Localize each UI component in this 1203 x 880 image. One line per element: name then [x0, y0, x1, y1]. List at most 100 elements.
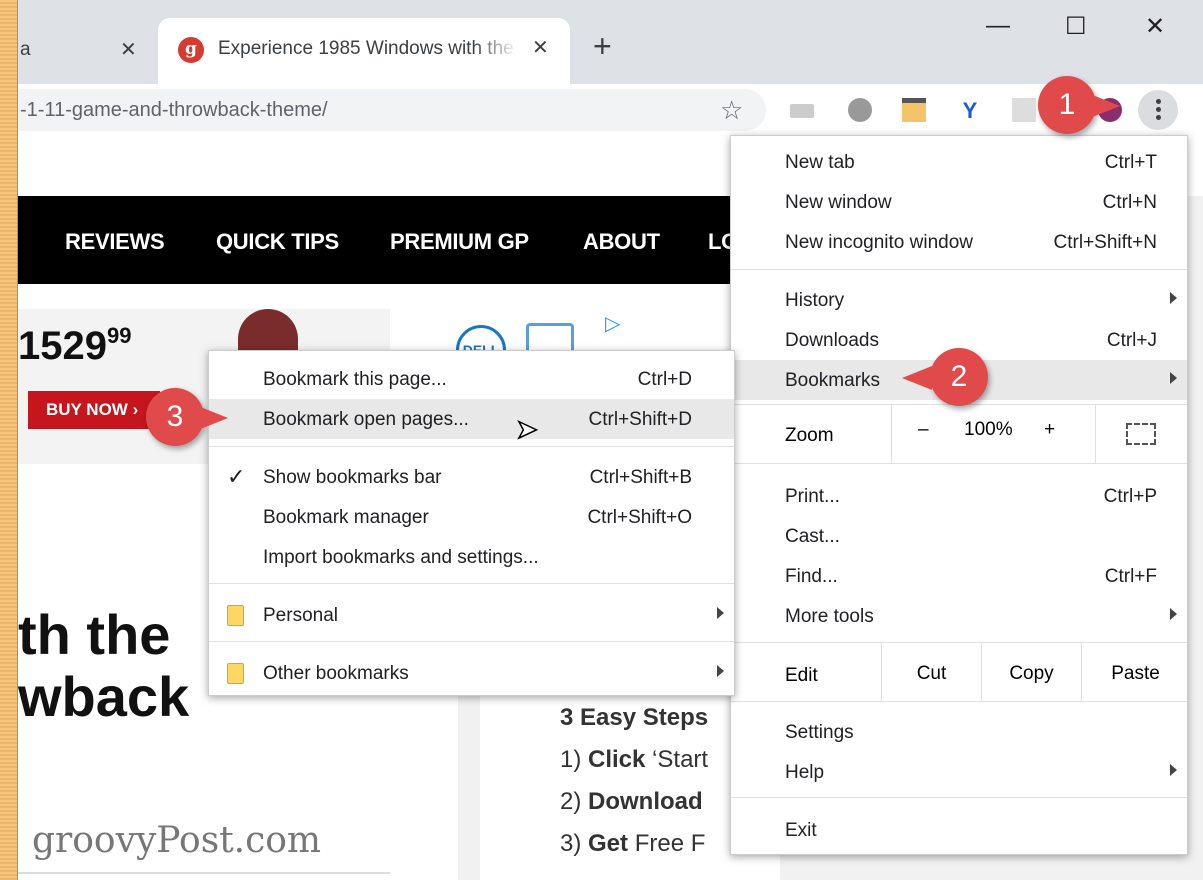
menu-item-new-incognito[interactable]: New incognito window Ctrl+Shift+N	[731, 222, 1187, 262]
menu-shortcut: Ctrl+P	[1103, 486, 1157, 507]
close-icon[interactable]: ✕	[532, 35, 549, 60]
submenu-arrow-icon	[1170, 372, 1177, 384]
price-value: 1529	[18, 324, 107, 368]
menu-item-new-tab[interactable]: New tab Ctrl+T	[731, 142, 1187, 182]
menu-label: Import bookmarks and settings...	[263, 547, 539, 568]
new-tab-plus-icon[interactable]: +	[593, 28, 612, 65]
menu-shortcut: Ctrl+F	[1104, 566, 1157, 587]
menu-item-help[interactable]: Help	[731, 752, 1187, 792]
extension-icon[interactable]: Y	[958, 98, 982, 123]
menu-label: Bookmarks	[785, 370, 881, 391]
menu-label: Personal	[263, 605, 338, 626]
step-callout-3: 3	[146, 388, 228, 446]
callout-number: 2	[950, 360, 968, 393]
site-nav: REVIEWS QUICK TIPS PREMIUM GP ABOUT LO	[18, 196, 738, 284]
ad-price: 152999	[18, 323, 131, 369]
menu-item-find[interactable]: Find... Ctrl+F	[731, 556, 1187, 596]
menu-label: Bookmark open pages...	[263, 409, 469, 430]
groovypost-favicon-icon: g	[178, 37, 204, 63]
menu-item-print[interactable]: Print... Ctrl+P	[731, 476, 1187, 516]
menu-shortcut: Ctrl+Shift+N	[1053, 232, 1157, 253]
tab-inactive[interactable]: a ✕	[18, 22, 158, 78]
zoom-value: 100%	[964, 419, 1013, 440]
step-bold: Download	[588, 788, 703, 815]
menu-label: Help	[785, 762, 825, 783]
extension-icon[interactable]	[902, 98, 926, 122]
step-item: 3) Get Free F	[560, 830, 705, 858]
cut-button[interactable]: Cut	[881, 643, 981, 701]
menu-item-bookmark-manager[interactable]: Bookmark manager Ctrl+Shift+O	[209, 497, 734, 537]
close-window-icon[interactable]: ✕	[1145, 12, 1165, 41]
menu-separator	[731, 797, 1187, 798]
paste-button[interactable]: Paste	[1081, 643, 1189, 701]
minimize-icon[interactable]: —	[986, 12, 1010, 40]
folder-icon	[227, 605, 244, 626]
tab-active[interactable]: g Experience 1985 Windows with the ✕	[158, 18, 570, 84]
folder-personal[interactable]: Personal	[209, 595, 734, 635]
tab-title: Experience 1985 Windows with the	[218, 38, 514, 59]
copy-button[interactable]: Copy	[981, 643, 1081, 701]
steps-title: 3 Easy Steps	[560, 704, 709, 731]
extension-icon[interactable]	[848, 98, 872, 122]
mouse-cursor-icon: ➤	[515, 413, 538, 445]
menu-item-exit[interactable]: Exit	[731, 810, 1187, 850]
bookmark-star-icon[interactable]: ☆	[720, 95, 743, 126]
browser-window: a ✕ g Experience 1985 Windows with the ✕…	[18, 0, 1203, 880]
menu-item-import-bookmarks[interactable]: Import bookmarks and settings...	[209, 537, 734, 577]
menu-separator	[731, 269, 1187, 270]
menu-label: Cast...	[785, 526, 840, 547]
step-item: 2) Download	[560, 788, 703, 816]
buy-now-button[interactable]: BUY NOW ›	[28, 391, 160, 429]
headline-line: wback	[18, 665, 190, 728]
nav-premium-gp[interactable]: PREMIUM GP	[390, 229, 529, 255]
fullscreen-button[interactable]	[1095, 405, 1189, 463]
menu-label: New incognito window	[785, 232, 973, 253]
menu-label: Bookmark this page...	[263, 369, 447, 390]
menu-shortcut: Ctrl+T	[1104, 152, 1157, 173]
nav-quick-tips[interactable]: QUICK TIPS	[216, 229, 339, 255]
menu-item-bookmark-open-pages[interactable]: Bookmark open pages... Ctrl+Shift+D	[209, 399, 734, 439]
menu-label: Find...	[785, 566, 838, 587]
step-item: 1) Click ‘Start	[560, 746, 708, 774]
edit-label: Edit	[785, 665, 818, 686]
extension-icon[interactable]	[790, 104, 814, 118]
zoom-in-button[interactable]: +	[1044, 419, 1055, 441]
menu-item-bookmark-this-page[interactable]: Bookmark this page... Ctrl+D	[209, 359, 734, 399]
bookmarks-submenu: Bookmark this page... Ctrl+D Bookmark ope…	[208, 350, 735, 696]
site-brand: groovyPost.com	[32, 820, 322, 861]
callout-pointer	[198, 406, 228, 430]
menu-shortcut: Ctrl+Shift+B	[589, 467, 692, 488]
menu-item-more-tools[interactable]: More tools	[731, 596, 1187, 636]
extension-icon[interactable]	[1012, 98, 1036, 122]
maximize-icon[interactable]: ☐	[1065, 12, 1087, 41]
menu-label: Exit	[785, 820, 817, 841]
close-icon[interactable]: ✕	[120, 37, 137, 62]
menu-kebab-icon[interactable]	[1138, 90, 1178, 130]
zoom-out-button[interactable]: –	[918, 419, 929, 441]
zoom-label: Zoom	[785, 425, 834, 446]
step-bold: Click	[588, 746, 646, 773]
checkmark-icon: ✓	[227, 464, 246, 489]
menu-shortcut: Ctrl+J	[1106, 330, 1157, 351]
menu-label: Print...	[785, 486, 840, 507]
menu-item-cast[interactable]: Cast...	[731, 516, 1187, 556]
menu-shortcut: Ctrl+D	[637, 369, 692, 390]
folder-other-bookmarks[interactable]: Other bookmarks	[209, 653, 734, 693]
address-bar[interactable]: -1-11-game-and-throwback-theme/ ☆	[18, 89, 766, 131]
callout-pointer	[902, 366, 932, 390]
menu-item-show-bookmarks-bar[interactable]: ✓ Show bookmarks bar Ctrl+Shift+B	[209, 457, 734, 497]
step-callout-2: 2	[902, 348, 988, 406]
menu-item-settings[interactable]: Settings	[731, 712, 1187, 752]
nav-about[interactable]: ABOUT	[583, 229, 660, 255]
headline-line: th the	[18, 603, 171, 666]
nav-reviews[interactable]: REVIEWS	[65, 229, 165, 255]
menu-separator	[209, 583, 734, 584]
menu-item-history[interactable]: History	[731, 280, 1187, 320]
menu-label: Show bookmarks bar	[263, 467, 442, 488]
adchoices-icon[interactable]: ▷	[605, 311, 620, 336]
step-number: 1)	[560, 746, 582, 773]
menu-label: New window	[785, 192, 892, 213]
menu-item-new-window[interactable]: New window Ctrl+N	[731, 182, 1187, 222]
chrome-main-menu: New tab Ctrl+T New window Ctrl+N New incog…	[730, 135, 1188, 855]
submenu-arrow-icon	[717, 607, 724, 619]
